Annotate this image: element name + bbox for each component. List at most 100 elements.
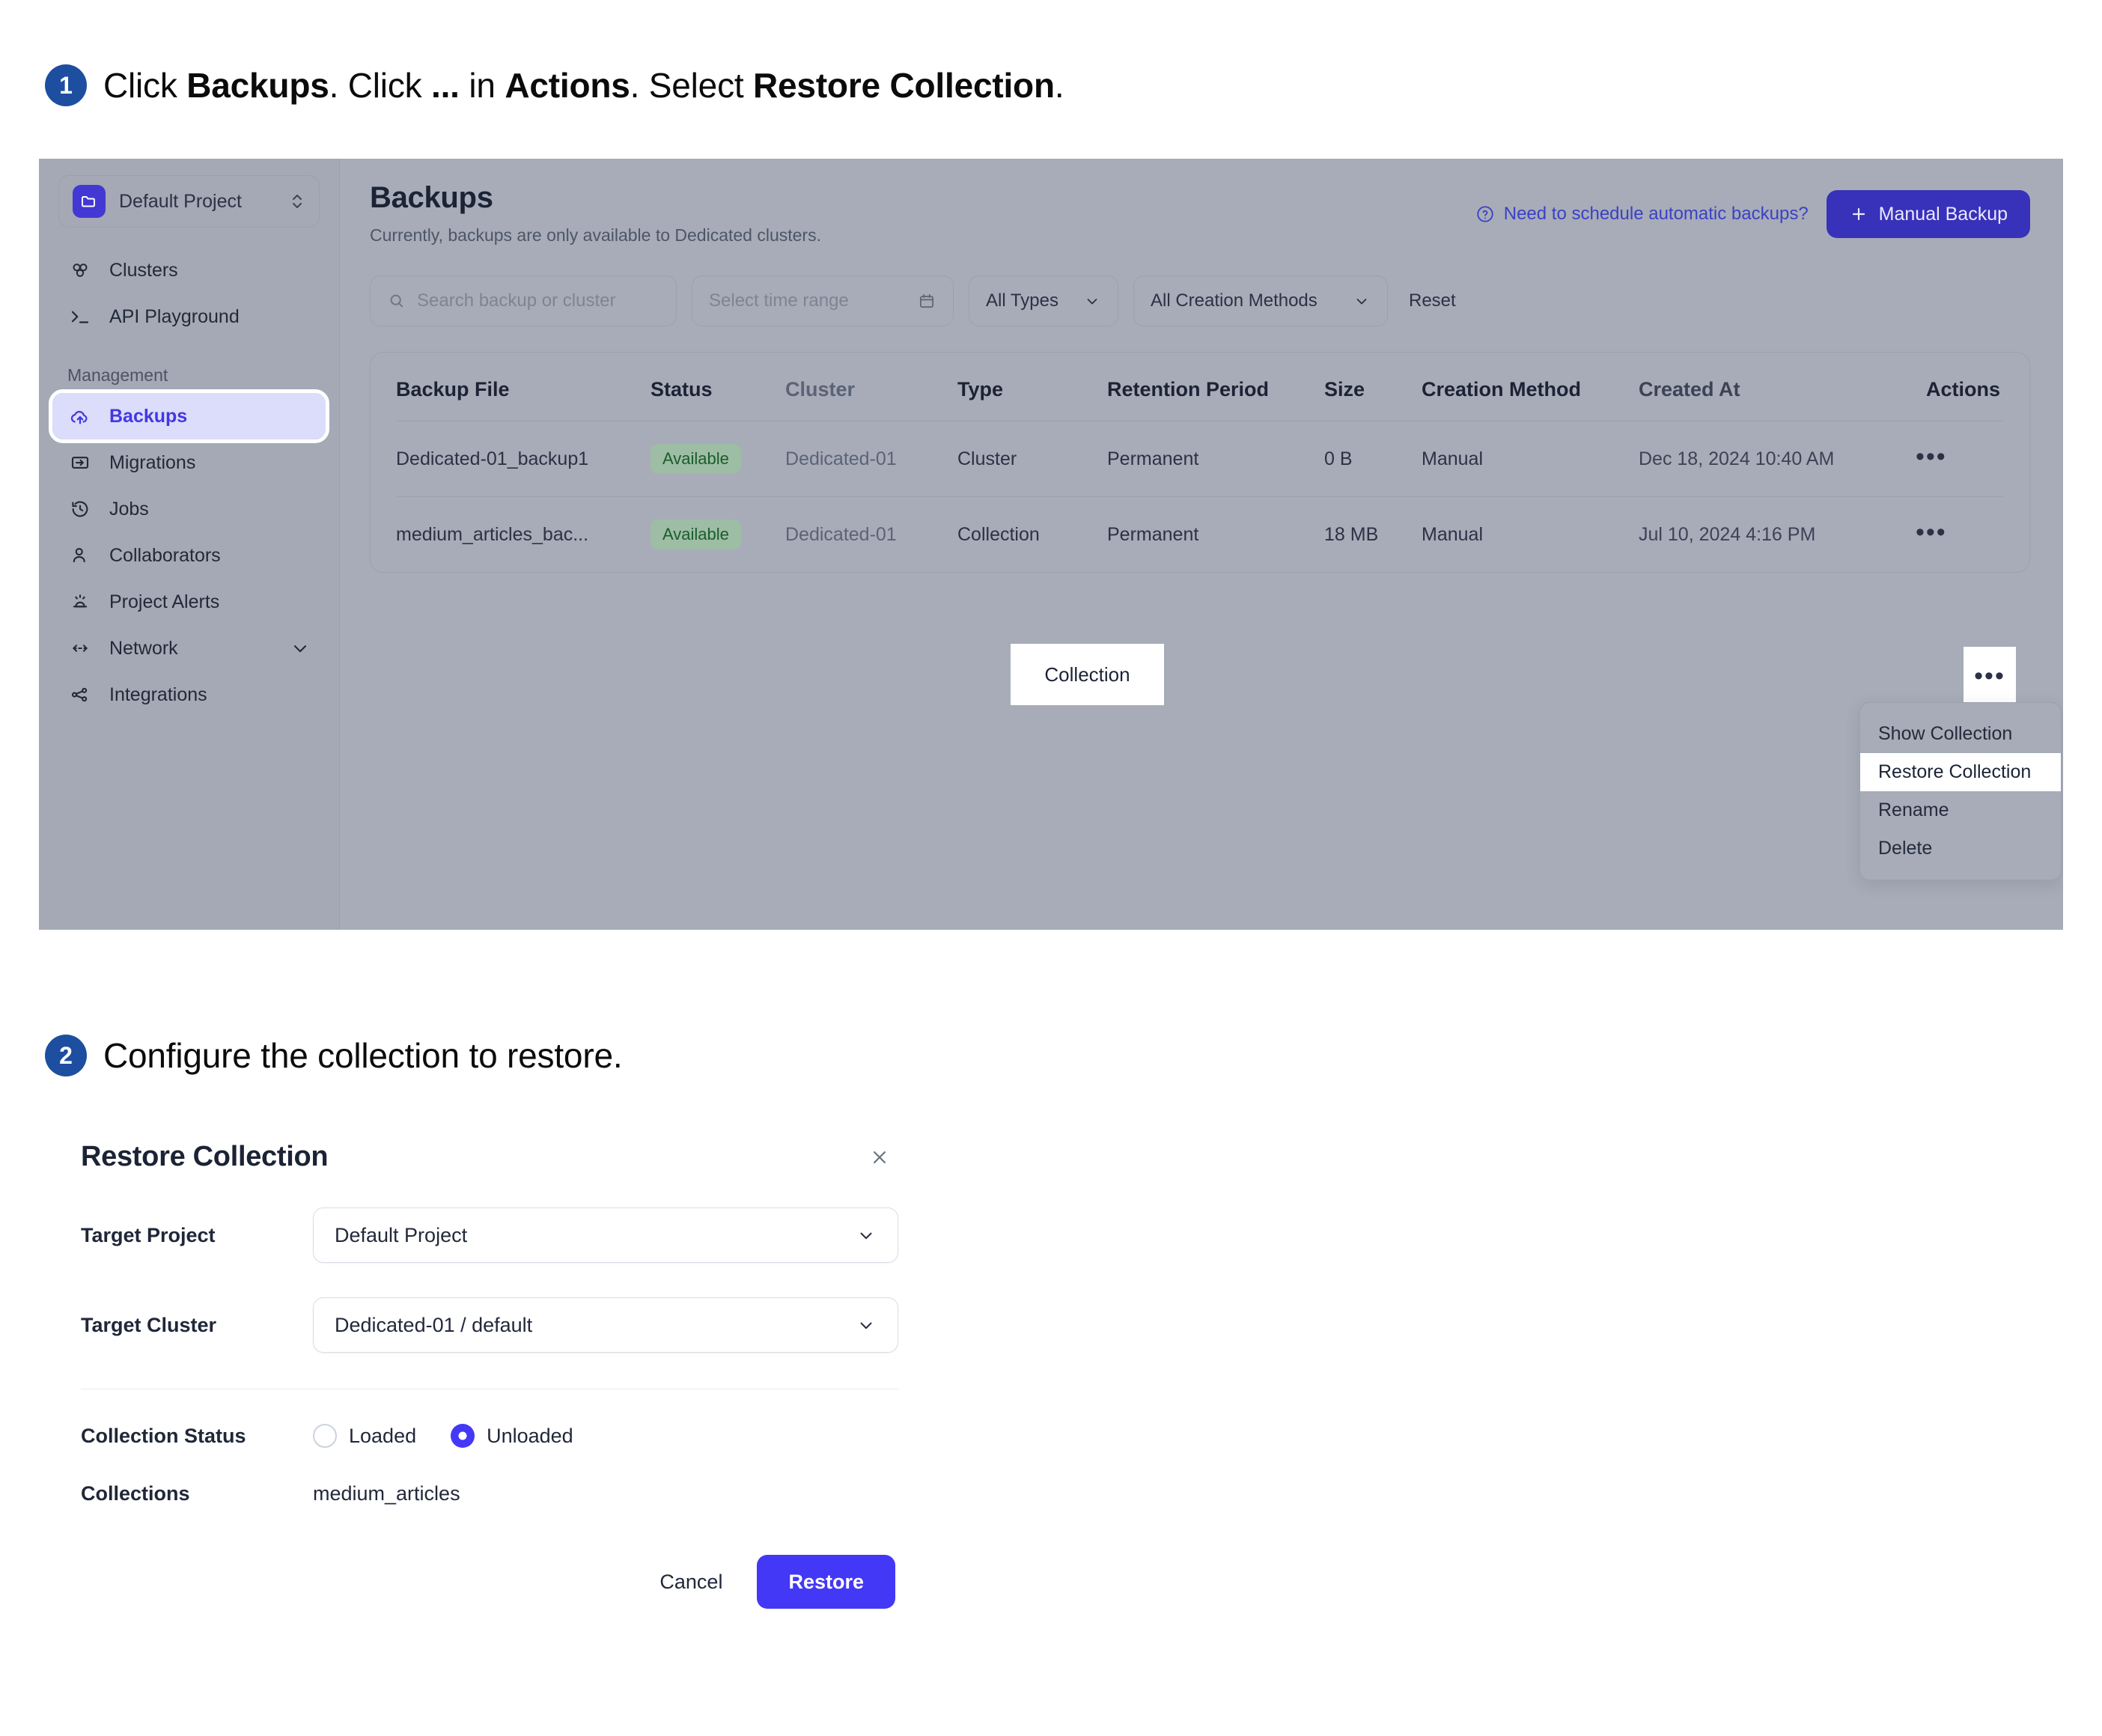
collections-label: Collections [81, 1482, 190, 1505]
column-header-status: Status [651, 378, 713, 401]
restore-collection-dialog: Restore Collection Target Project Defaul… [45, 1108, 934, 1639]
step-2-heading: 2 Configure the collection to restore. [45, 1035, 623, 1076]
chevron-down-icon [1083, 292, 1101, 310]
radio-unloaded[interactable]: Unloaded [451, 1424, 573, 1448]
cell-actions: ••• [1916, 421, 2004, 497]
search-input-placeholder: Search backup or cluster [417, 290, 616, 311]
cell-creation-method: Manual [1422, 421, 1639, 497]
cell-status: Available [651, 421, 785, 497]
chevron-down-icon [856, 1315, 877, 1335]
share-nodes-icon [67, 682, 93, 707]
cell-retention-period: Permanent [1107, 496, 1324, 572]
clusters-icon [67, 258, 93, 283]
restore-button[interactable]: Restore [757, 1555, 895, 1609]
cell-created-at: Jul 10, 2024 4:16 PM [1639, 496, 1916, 572]
backups-table-card: Backup File Status Cluster Type Retentio… [370, 352, 2030, 573]
radio-loaded-label: Loaded [349, 1424, 417, 1447]
sidebar-item-project-alerts[interactable]: Project Alerts [52, 579, 326, 625]
sidebar: Default Project Clusters API Playground … [39, 159, 340, 930]
cell-backup-file: Dedicated-01_backup1 [396, 421, 651, 497]
cell-status: Available [651, 496, 785, 572]
up-down-chevron-icon [289, 190, 305, 213]
sidebar-nav: Clusters API Playground Management Backu… [39, 247, 339, 718]
backups-table: Backup File Status Cluster Type Retentio… [396, 353, 2004, 572]
reset-filters-button[interactable]: Reset [1403, 290, 1456, 311]
terminal-prompt-icon [67, 304, 93, 329]
sidebar-item-label: Project Alerts [109, 591, 220, 612]
manual-backup-button[interactable]: Manual Backup [1826, 190, 2030, 238]
sidebar-item-label: Network [109, 637, 178, 659]
time-range-placeholder: Select time range [709, 290, 849, 311]
step-1-part-8: . [1054, 66, 1064, 105]
sidebar-item-backups[interactable]: Backups [49, 389, 329, 443]
sidebar-item-label: Integrations [109, 683, 207, 705]
main-content: Backups Currently, backups are only avai… [340, 159, 2063, 930]
sidebar-item-jobs[interactable]: Jobs [52, 486, 326, 532]
menu-item-restore-collection[interactable]: Restore Collection [1860, 753, 2061, 791]
target-project-select[interactable]: Default Project [313, 1207, 898, 1263]
row-actions-button[interactable]: ••• [1916, 444, 1947, 469]
sidebar-item-label: Collaborators [109, 544, 221, 566]
step-1-part-0: Click [103, 66, 187, 105]
chevron-down-icon[interactable] [290, 638, 311, 659]
page-subtitle: Currently, backups are only available to… [370, 225, 821, 245]
cell-created-at: Dec 18, 2024 10:40 AM [1639, 421, 1916, 497]
target-project-row: Target Project Default Project [81, 1207, 898, 1263]
target-cluster-row: Target Cluster Dedicated-01 / default [81, 1297, 898, 1353]
cell-size: 0 B [1324, 421, 1422, 497]
cell-size: 18 MB [1324, 496, 1422, 572]
dialog-actions: Cancel Restore [81, 1555, 898, 1609]
schedule-backups-link-label: Need to schedule automatic backups? [1503, 204, 1809, 224]
project-selector[interactable]: Default Project [58, 175, 320, 228]
target-cluster-select[interactable]: Dedicated-01 / default [313, 1297, 898, 1353]
step-1-text: Click Backups. Click ... in Actions. Sel… [103, 65, 1064, 106]
page-title: Backups [370, 181, 493, 214]
sidebar-item-collaborators[interactable]: Collaborators [52, 532, 326, 579]
cell-cluster: Dedicated-01 [785, 496, 957, 572]
step-1-part-4: in [459, 66, 505, 105]
column-header-size: Size [1324, 378, 1365, 401]
target-project-label: Target Project [81, 1223, 216, 1246]
sidebar-item-label: API Playground [109, 305, 240, 327]
row-actions-button[interactable]: ••• [1916, 520, 1947, 545]
collections-value: medium_articles [313, 1482, 460, 1505]
plus-icon [1849, 204, 1868, 224]
sidebar-item-migrations[interactable]: Migrations [52, 439, 326, 486]
sidebar-item-network[interactable]: Network [52, 625, 326, 671]
schedule-backups-link[interactable]: Need to schedule automatic backups? [1475, 204, 1809, 225]
sidebar-item-label: Clusters [109, 259, 178, 281]
sidebar-item-clusters[interactable]: Clusters [52, 247, 326, 293]
column-header-retention-period: Retention Period [1107, 378, 1270, 401]
clock-rewind-icon [67, 496, 93, 522]
folder-icon [73, 185, 106, 218]
cell-actions: ••• [1916, 496, 2004, 572]
type-filter-select[interactable]: All Types [969, 275, 1118, 326]
menu-item-delete[interactable]: Delete [1860, 829, 2061, 868]
status-badge: Available [651, 444, 741, 474]
cell-creation-method: Manual [1422, 496, 1639, 572]
cell-type: Collection [957, 496, 1107, 572]
column-header-cluster: Cluster [785, 378, 856, 401]
step-1-heading: 1 Click Backups. Click ... in Actions. S… [45, 64, 1064, 106]
cancel-button[interactable]: Cancel [654, 1563, 728, 1601]
step-1-badge: 1 [45, 64, 87, 106]
time-range-picker[interactable]: Select time range [692, 275, 954, 326]
question-circle-icon [1475, 204, 1495, 224]
sidebar-item-api-playground[interactable]: API Playground [52, 293, 326, 340]
search-icon [387, 291, 406, 311]
radio-loaded[interactable]: Loaded [313, 1424, 416, 1448]
menu-item-rename[interactable]: Rename [1860, 791, 2061, 829]
row-actions-dots-icon: ••• [1974, 662, 2005, 690]
sidebar-item-integrations[interactable]: Integrations [52, 671, 326, 718]
calendar-icon [917, 291, 936, 311]
creation-method-filter-select[interactable]: All Creation Methods [1133, 275, 1388, 326]
cell-type: Cluster [957, 421, 1107, 497]
close-icon[interactable] [861, 1142, 898, 1173]
type-filter-value: All Types [986, 290, 1058, 311]
menu-item-show-collection[interactable]: Show Collection [1860, 715, 2061, 753]
table-row: medium_articles_bac... Available Dedicat… [396, 496, 2004, 572]
search-input[interactable]: Search backup or cluster [370, 275, 677, 326]
collection-status-label: Collection Status [81, 1424, 246, 1447]
target-cluster-label: Target Cluster [81, 1313, 217, 1336]
highlight-row-actions-button[interactable]: ••• [1964, 647, 2016, 705]
